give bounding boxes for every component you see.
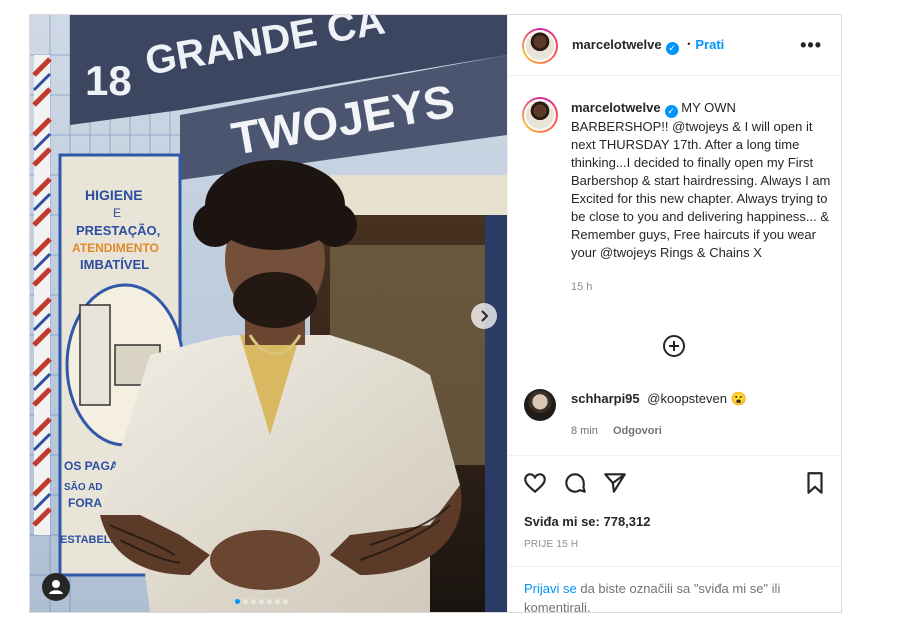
post-header: marcelotwelve ✓ • Prati •••	[508, 15, 842, 76]
carousel-dot	[259, 599, 264, 604]
poster-line-2: E	[113, 206, 121, 220]
comment-text: @koopsteven 😮	[647, 391, 747, 406]
post-photo: 18 GRANDE CA TWOJEYS HIGIENE E PRESTAÇÃO…	[30, 15, 507, 612]
caption-username[interactable]: marcelotwelve	[571, 100, 661, 115]
carousel-dot	[243, 599, 248, 604]
user-tags-button[interactable]	[42, 573, 70, 601]
verified-icon: ✓	[664, 105, 678, 118]
caption-time: 15 h	[571, 281, 593, 293]
next-icon	[481, 310, 489, 322]
next-photo-button[interactable]	[471, 303, 497, 329]
author-username[interactable]: marcelotwelve	[572, 37, 662, 52]
action-bar: Sviđa mi se: 778,312 PRIJE 15 H Prijavi …	[508, 455, 842, 615]
likes-count[interactable]: Sviđa mi se: 778,312	[524, 514, 650, 529]
carousel-dot	[275, 599, 280, 604]
user-tag-icon	[49, 580, 63, 594]
carousel-dot	[267, 599, 272, 604]
sign-number: 18	[85, 57, 132, 104]
dot-separator: •	[687, 39, 691, 49]
carousel-dots	[235, 592, 291, 604]
carousel-dot	[251, 599, 256, 604]
carousel-dot	[283, 599, 288, 604]
login-prompt: Prijavi se da biste označili sa "sviđa m…	[508, 566, 842, 628]
author-avatar[interactable]	[522, 28, 558, 64]
comment-meta: 8 min Odgovori	[571, 425, 662, 437]
comment: schharpi95 @koopsteven 😮	[571, 391, 747, 407]
poster-line-5: IMBATÍVEL	[80, 257, 149, 272]
poster-line-1: HIGIENE	[85, 187, 143, 203]
poster-line-4: ATENDIMENTO	[72, 241, 159, 255]
poster-bottom-2: SÃO AD	[64, 480, 103, 493]
photo-artwork: 18 GRANDE CA TWOJEYS HIGIENE E PRESTAÇÃO…	[30, 15, 507, 612]
heart-icon[interactable]	[522, 470, 548, 496]
share-icon[interactable]	[602, 470, 628, 496]
add-comment-icon[interactable]	[663, 335, 685, 357]
carousel-dot	[235, 599, 240, 604]
login-link[interactable]: Prijavi se	[524, 581, 577, 596]
verified-icon: ✓	[665, 42, 679, 55]
caption-avatar[interactable]	[522, 97, 558, 133]
comment-username[interactable]: schharpi95	[571, 391, 640, 406]
comment-time: 8 min	[571, 425, 598, 437]
poster-line-3: PRESTAÇÃO,	[76, 223, 160, 238]
commenter-avatar[interactable]	[524, 389, 556, 421]
bookmark-icon[interactable]	[802, 470, 828, 496]
reply-button[interactable]: Odgovori	[613, 425, 662, 437]
post-caption: marcelotwelve ✓ MY OWN BARBERSHOP!! @twoj…	[571, 99, 833, 296]
instagram-post: 18 GRANDE CA TWOJEYS HIGIENE E PRESTAÇÃO…	[29, 14, 842, 615]
poster-bottom-3: FORA	[68, 496, 102, 510]
follow-button[interactable]: Prati	[695, 37, 724, 52]
more-icon[interactable]: •••	[800, 35, 822, 56]
comment-icon[interactable]	[562, 470, 588, 496]
post-side-panel: marcelotwelve ✓ • Prati ••• marcelotwelve ✓…	[507, 15, 842, 615]
posted-ago: PRIJE 15 H	[524, 539, 579, 550]
caption-text: MY OWN BARBERSHOP!! @twojeys & I will op…	[571, 100, 831, 260]
